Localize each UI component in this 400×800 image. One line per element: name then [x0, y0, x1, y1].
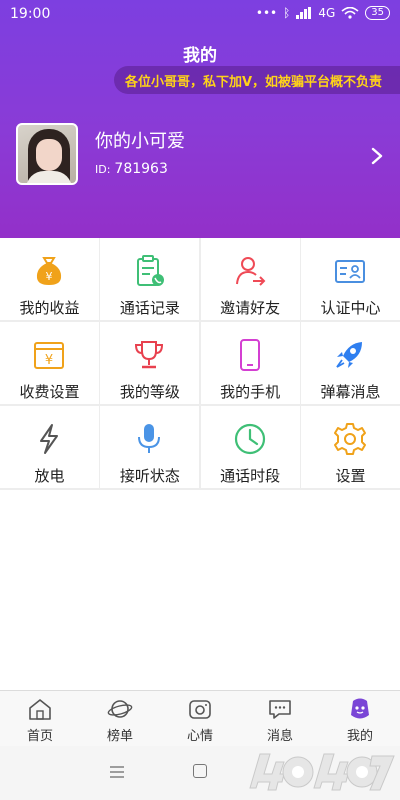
- tab-label: 消息: [266, 729, 293, 744]
- yuan-wallet-icon: ¥: [34, 342, 64, 369]
- profile-icon: [351, 698, 369, 719]
- watermark-logo: [249, 753, 395, 791]
- menu-item-fee-settings[interactable]: ¥ 收费设置: [0, 322, 99, 404]
- tab-mood[interactable]: 心情: [160, 691, 240, 746]
- menu-item-label: 邀请好友: [220, 299, 281, 317]
- menu-item-answer-status[interactable]: 接听状态: [100, 406, 200, 488]
- home-button[interactable]: [193, 764, 207, 778]
- menu-item-label: 我的等级: [119, 383, 180, 401]
- notice-marquee: 各位小哥哥，私下加V，如被骗平台概不负责: [114, 66, 400, 94]
- menu-grid: ¥ 我的收益 通话记录 邀请好友 认证中心 ¥ 收费设置 我的等级 我的手机 弹…: [0, 238, 400, 490]
- tab-label: 我的: [346, 729, 373, 744]
- menu-item-discharge[interactable]: 放电: [0, 406, 99, 488]
- svg-text:¥: ¥: [45, 353, 53, 368]
- gear-icon: [333, 423, 366, 455]
- home-icon: [29, 699, 51, 720]
- notice-text: 各位小哥哥，私下加V，如被骗平台概不负责: [125, 75, 383, 90]
- menu-item-call-records[interactable]: 通话记录: [100, 238, 200, 320]
- bluetooth-icon: ᛒ: [283, 6, 291, 20]
- menu-item-label: 认证中心: [320, 299, 381, 317]
- page-title: 我的: [183, 46, 217, 66]
- phone-icon: [239, 339, 260, 371]
- user-id-value: 781963: [114, 161, 168, 177]
- menu-item-label: 接听状态: [119, 467, 180, 485]
- avatar[interactable]: [16, 123, 78, 185]
- status-bar: 19:00 ••• ᛒ 4G 35: [0, 0, 400, 30]
- menu-item-label: 通话记录: [119, 299, 180, 317]
- network-type: 4G: [318, 6, 336, 20]
- invite-user-icon: [235, 257, 266, 286]
- id-card-icon: [334, 260, 365, 283]
- camera-icon: [189, 700, 211, 719]
- status-time: 19:00: [10, 6, 51, 22]
- menu-item-label: 放电: [34, 467, 65, 485]
- chat-bubble-icon: [269, 700, 291, 719]
- menu-item-label: 设置: [335, 467, 366, 485]
- tab-profile[interactable]: 我的: [320, 691, 400, 746]
- menu-item-label: 我的收益: [19, 299, 80, 317]
- menu-item-invite-friends[interactable]: 邀请好友: [200, 238, 300, 320]
- tab-messages[interactable]: 消息: [240, 691, 320, 746]
- planet-icon: [107, 700, 133, 718]
- user-id-label: ID:: [95, 163, 111, 176]
- bottom-tab-bar: 首页 榜单 心情 消息 我的: [0, 690, 400, 746]
- svg-text:¥: ¥: [46, 270, 53, 283]
- tab-label: 心情: [186, 729, 213, 744]
- more-dots-icon: •••: [255, 6, 278, 20]
- menu-item-label: 通话时段: [220, 467, 281, 485]
- menu-item-verification[interactable]: 认证中心: [300, 238, 400, 320]
- tab-label: 榜单: [106, 729, 133, 744]
- wifi-icon: [341, 7, 359, 19]
- menu-item-label: 收费设置: [19, 383, 80, 401]
- menu-item-my-phone[interactable]: 我的手机: [200, 322, 300, 404]
- menu-item-label: 弹幕消息: [320, 383, 381, 401]
- lightning-icon: [40, 424, 58, 454]
- tab-ranking[interactable]: 榜单: [80, 691, 160, 746]
- menu-item-label: 我的手机: [220, 383, 281, 401]
- trophy-icon: [135, 341, 164, 369]
- menu-item-call-hours[interactable]: 通话时段: [200, 406, 300, 488]
- money-bag-icon: ¥: [36, 257, 62, 285]
- user-nickname: 你的小可爱: [95, 131, 185, 152]
- status-indicators: ••• ᛒ 4G 35: [256, 6, 390, 20]
- microphone-icon: [138, 424, 161, 453]
- user-id: ID: 781963: [95, 161, 168, 177]
- rocket-icon: [336, 342, 362, 368]
- signal-icon: [296, 7, 312, 19]
- battery-indicator: 35: [365, 6, 390, 20]
- tab-label: 首页: [26, 729, 53, 744]
- clipboard-phone-icon: [137, 255, 165, 286]
- menu-item-settings[interactable]: 设置: [300, 406, 400, 488]
- profile-header: 19:00 ••• ᛒ 4G 35 我的 各位小哥哥，私下加V，如被骗平台概不负…: [0, 0, 400, 238]
- clock-icon: [234, 423, 265, 455]
- tab-home[interactable]: 首页: [0, 691, 80, 746]
- menu-item-earnings[interactable]: ¥ 我的收益: [0, 238, 99, 320]
- recent-apps-icon[interactable]: [110, 766, 124, 778]
- chevron-right-icon[interactable]: [366, 144, 388, 168]
- menu-item-danmaku-messages[interactable]: 弹幕消息: [300, 322, 400, 404]
- menu-item-my-level[interactable]: 我的等级: [100, 322, 200, 404]
